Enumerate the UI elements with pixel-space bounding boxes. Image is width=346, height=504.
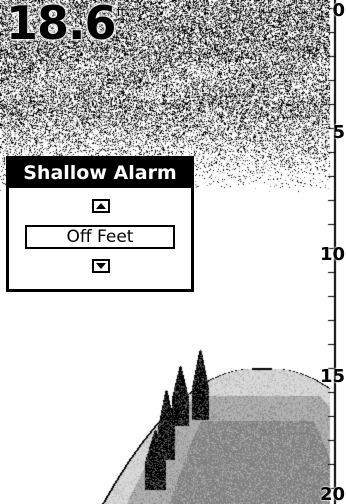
depth-readout: 18.6ft	[6, 0, 126, 46]
depth-value: 18.6	[6, 0, 116, 50]
depth-scale-10: 10	[319, 244, 345, 265]
alarm-value-field[interactable]: Off Feet	[25, 225, 175, 249]
decrease-button[interactable]	[92, 259, 110, 273]
depth-scale-0: 0	[332, 0, 345, 21]
depth-unit: ft	[116, 5, 126, 19]
increase-button[interactable]	[92, 199, 110, 213]
depth-scale-20: 20	[319, 484, 345, 504]
dialog-title: Shallow Alarm	[8, 158, 192, 188]
depth-scale-5: 5	[332, 122, 345, 143]
triangle-up-icon	[96, 203, 106, 209]
shallow-alarm-dialog: Shallow Alarm Off Feet	[6, 156, 194, 292]
sonar-screen: 18.6ft 0 5 10 15 20 Shallow Alarm Off Fe…	[0, 0, 346, 504]
depth-scale-15: 15	[319, 366, 345, 387]
triangle-down-icon	[96, 263, 106, 269]
